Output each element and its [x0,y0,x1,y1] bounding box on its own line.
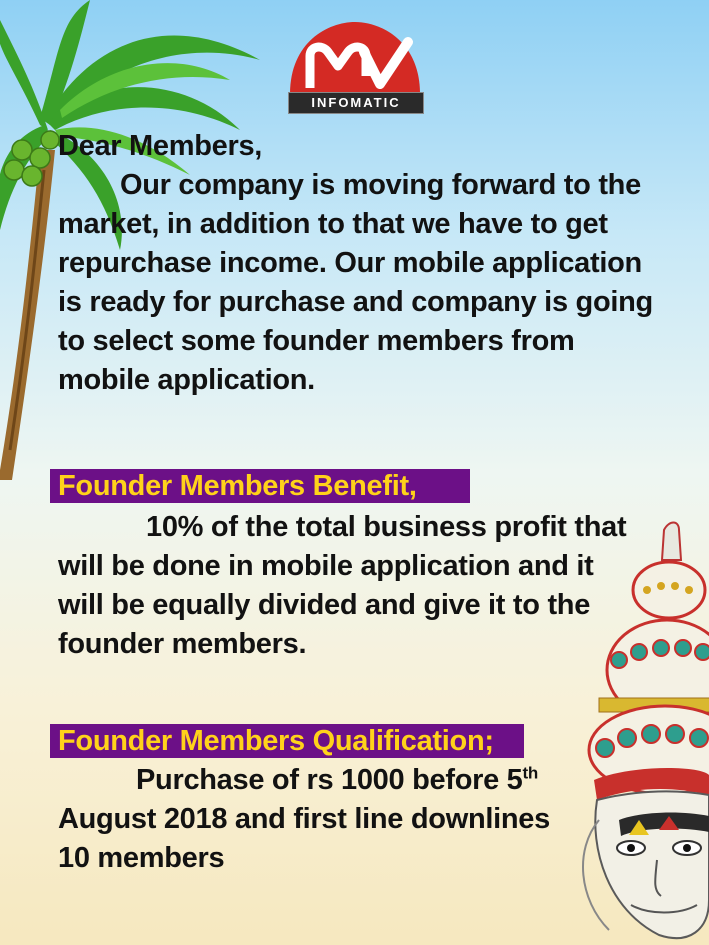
ordinal-suffix: th [522,763,539,783]
qualification-line: August 2018 and first line downlines [58,803,550,835]
benefit-line: will be done in mobile application and i… [58,550,594,582]
benefit-line: founder members. [58,628,307,660]
qualification-line: Purchase of rs 1000 before 5th [58,761,658,800]
letter-intro: Dear Members, Our company is moving forw… [58,127,658,400]
intro-line: repurchase income. Our mobile applicatio… [58,247,642,279]
logo-mark-icon [290,22,420,94]
greeting: Dear Members, [58,130,263,162]
intro-line: is ready for purchase and company is goi… [58,286,653,318]
intro-line: to select some founder members from [58,325,575,357]
qualification-body: Purchase of rs 1000 before 5th August 20… [58,761,658,878]
intro-line: Our company is moving forward to the [120,169,641,201]
logo-brand-text: INFOMATIC [288,92,424,114]
benefit-line: will be equally divided and give it to t… [58,589,591,621]
company-logo: INFOMATIC [288,22,424,114]
intro-line: mobile application. [58,364,315,396]
qualification-heading: Founder Members Qualification; [50,724,524,758]
intro-line: market, in addition to that we have to g… [58,208,608,240]
benefit-line: 10% of the total business profit that [146,511,627,543]
benefit-body: 10% of the total business profit that wi… [58,508,658,664]
benefit-heading: Founder Members Benefit, [50,469,470,503]
qualification-line: 10 members [58,842,225,874]
qualification-line-text: Purchase of rs 1000 before 5 [136,764,523,796]
